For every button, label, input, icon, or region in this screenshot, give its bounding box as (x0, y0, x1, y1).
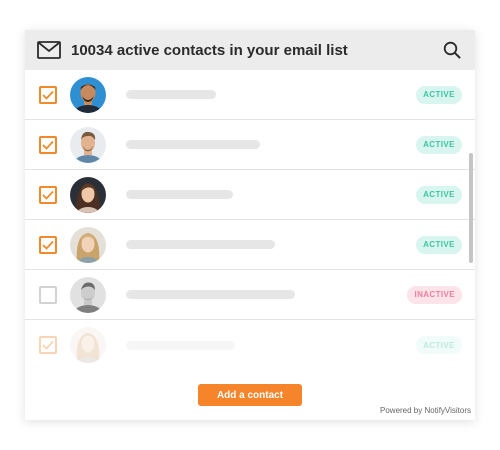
contact-row[interactable]: ACTIVE (25, 120, 475, 170)
row-checkbox[interactable] (39, 85, 57, 104)
row-checkbox[interactable] (39, 336, 57, 354)
page-title: 10034 active contacts in your email list (71, 41, 348, 59)
contact-row[interactable]: ACTIVE (25, 170, 475, 220)
name-placeholder (126, 140, 260, 149)
checkmark-icon (42, 90, 54, 100)
checkmark-icon (42, 240, 54, 250)
contacts-card: 10034 active contacts in your email list (25, 30, 475, 420)
contact-row[interactable]: ACTIVE (25, 220, 475, 270)
status-badge: ACTIVE (416, 185, 462, 204)
status-badge: ACTIVE (416, 235, 462, 254)
name-placeholder (126, 190, 233, 199)
status-badge: INACTIVE (407, 285, 462, 304)
mail-icon (37, 40, 63, 60)
avatar (70, 327, 106, 363)
powered-by-label: Powered by NotifyVisitors (380, 406, 471, 415)
avatar (70, 226, 106, 263)
name-placeholder (126, 240, 275, 249)
contact-row[interactable]: INACTIVE (25, 270, 475, 320)
avatar (70, 276, 106, 313)
card-header: 10034 active contacts in your email list (25, 30, 475, 70)
checkmark-icon (42, 140, 54, 150)
contact-row[interactable]: ACTIVE (25, 70, 475, 120)
name-placeholder (126, 290, 295, 299)
search-icon[interactable] (441, 39, 463, 61)
add-contact-button[interactable]: Add a contact (198, 384, 302, 406)
contact-row[interactable]: ACTIVE (25, 320, 475, 370)
row-checkbox[interactable] (39, 135, 57, 154)
name-placeholder (126, 340, 235, 350)
status-badge: ACTIVE (416, 135, 462, 154)
contact-list: ACTIVE ACTIVE ACTIVE ACTIVE INACTIVE ACT… (25, 70, 475, 370)
avatar (70, 76, 106, 113)
scrollbar[interactable] (469, 153, 473, 263)
row-checkbox[interactable] (39, 185, 57, 204)
checkmark-icon (42, 190, 54, 200)
checkmark-icon (42, 340, 54, 350)
row-checkbox[interactable] (39, 235, 57, 254)
status-badge: ACTIVE (416, 85, 462, 104)
avatar (70, 176, 106, 213)
status-badge: ACTIVE (416, 336, 462, 354)
name-placeholder (126, 90, 216, 99)
avatar (70, 126, 106, 163)
row-checkbox[interactable] (39, 285, 57, 304)
